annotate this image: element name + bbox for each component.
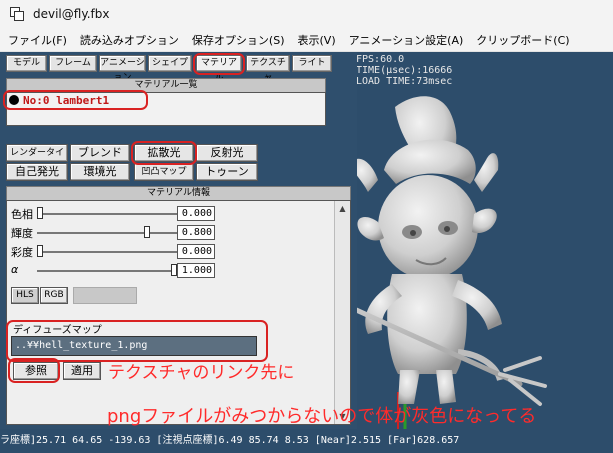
highlight-diffuse-button [131, 141, 197, 165]
blend-button[interactable]: ブレンド [70, 144, 130, 162]
hue-slider-thumb[interactable] [37, 207, 43, 219]
specular-button[interactable]: 反射光 [196, 144, 258, 162]
hue-slider-track[interactable] [37, 213, 177, 215]
scroll-up-icon[interactable]: ▲ [336, 202, 349, 215]
material-info-header: マテリアル情報 [6, 186, 351, 201]
apply-button[interactable]: 適用 [63, 362, 101, 380]
annotation-line-1: テクスチャのリンク先に [108, 363, 295, 383]
tab-light[interactable]: ライト [292, 55, 332, 72]
render-type-button[interactable]: レンダータイプ [6, 144, 68, 174]
brightness-slider-thumb[interactable] [144, 226, 151, 238]
tab-animation[interactable]: アニメーション [99, 55, 146, 83]
menu-save-options[interactable]: 保存オプション(S) [192, 32, 285, 48]
annotation-line-2: pngファイルがみつからないので体が灰色になってる [107, 406, 537, 427]
material-info-scrollbar[interactable]: ▲ ▼ [334, 201, 350, 424]
menu-clipboard[interactable]: クリップボード(C) [476, 32, 569, 48]
menu-animation-settings[interactable]: アニメーション設定(A) [349, 32, 464, 48]
hls-button[interactable]: HLS [11, 287, 39, 304]
saturation-slider-track[interactable] [37, 251, 177, 253]
highlight-material-tab [193, 53, 245, 75]
color-preview-swatch [73, 287, 137, 304]
highlight-material-item [3, 90, 148, 110]
highlight-diffuse-map [6, 320, 268, 362]
menu-view[interactable]: 表示(V) [298, 32, 336, 48]
camera-status-bar: ラ座標]25.71 64.65 -139.63 [注視点座標]6.49 85.7… [0, 429, 613, 453]
ambient-button[interactable]: 環境光 [70, 163, 130, 181]
app-icon [10, 7, 24, 21]
bump-map-button[interactable]: 凹凸マップ [134, 163, 194, 181]
brightness-label: 輝度 [11, 227, 33, 240]
fps-readout: FPS:60.0 [356, 54, 405, 65]
alpha-slider-track[interactable] [37, 270, 177, 272]
menu-bar: ファイル(F) 読み込みオプション 保存オプション(S) 表示(V) アニメーシ… [0, 28, 613, 52]
alpha-label: α [11, 263, 19, 276]
material-info-panel: 色相 0.000 輝度 0.800 彩度 0.000 α 1.000 HLS R… [6, 200, 351, 425]
brightness-slider-track[interactable] [37, 232, 177, 234]
emissive-button[interactable]: 自己発光 [6, 163, 68, 181]
window-title: devil@fly.fbx [33, 7, 110, 21]
highlight-browse-button [8, 358, 60, 383]
time-readout: TIME(μsec):16666 [356, 65, 453, 76]
3d-viewport[interactable]: FPS:60.0 TIME(μsec):16666 LOAD TIME:73ms… [0, 52, 613, 453]
saturation-value[interactable]: 0.000 [177, 244, 215, 259]
menu-import-options[interactable]: 読み込みオプション [80, 32, 179, 48]
tab-shape[interactable]: シェイプ [148, 55, 192, 72]
brightness-value[interactable]: 0.800 [177, 225, 215, 240]
hue-value[interactable]: 0.000 [177, 206, 215, 221]
alpha-value[interactable]: 1.000 [177, 263, 215, 278]
saturation-slider-thumb[interactable] [37, 245, 43, 257]
menu-file[interactable]: ファイル(F) [8, 32, 67, 48]
toon-button[interactable]: トゥーン [196, 163, 258, 181]
hue-label: 色相 [11, 208, 33, 221]
title-bar: devil@fly.fbx [0, 0, 613, 28]
load-time-readout: LOAD TIME:73msec [356, 76, 453, 87]
tab-texture[interactable]: テクスチャ [246, 55, 290, 83]
saturation-label: 彩度 [11, 246, 33, 259]
rgb-button[interactable]: RGB [40, 287, 68, 304]
tab-model[interactable]: モデル [6, 55, 47, 72]
tab-frame[interactable]: フレーム [49, 55, 97, 72]
